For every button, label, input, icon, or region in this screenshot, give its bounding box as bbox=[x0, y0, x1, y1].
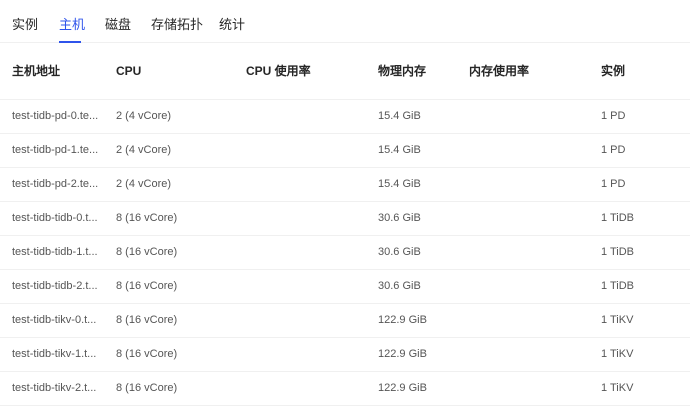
column-header-instances[interactable]: 实例 bbox=[601, 43, 681, 99]
cpu-cores: 8 (16 vCore) bbox=[116, 382, 178, 394]
table-row[interactable]: test-tidb-tikv-1.t... 8 (16 vCore) 122.9 G… bbox=[0, 338, 690, 372]
host-address[interactable]: test-tidb-tidb-1.t... bbox=[12, 236, 104, 269]
host-address[interactable]: test-tidb-tikv-1.t... bbox=[12, 338, 104, 371]
physical-memory: 30.6 GiB bbox=[378, 246, 421, 258]
hosts-table: 主机地址 CPU CPU 使用率 物理内存 内存使用率 实例 test-tidb… bbox=[0, 43, 690, 406]
tab-disks[interactable]: 磁盘 bbox=[105, 14, 131, 33]
physical-memory: 15.4 GiB bbox=[378, 110, 421, 122]
tab-storage-topology[interactable]: 存储拓扑 bbox=[151, 14, 203, 33]
table-row[interactable]: test-tidb-pd-0.te... 2 (4 vCore) 15.4 GiB 1… bbox=[0, 100, 690, 134]
table-row[interactable]: test-tidb-tidb-0.t... 8 (16 vCore) 30.6 Gi… bbox=[0, 202, 690, 236]
table-row[interactable]: test-tidb-tikv-0.t... 8 (16 vCore) 122.9 G… bbox=[0, 304, 690, 338]
table-body: test-tidb-pd-0.te... 2 (4 vCore) 15.4 GiB 1… bbox=[0, 100, 690, 406]
cpu-cores: 8 (16 vCore) bbox=[116, 212, 178, 224]
tab-bar: 实例 主机 磁盘 存储拓扑 统计 bbox=[0, 0, 690, 43]
instance-count[interactable]: 1 TiKV bbox=[601, 372, 681, 405]
column-header-host[interactable]: 主机地址 bbox=[12, 43, 104, 99]
tab-instances[interactable]: 实例 bbox=[12, 14, 38, 33]
table-row[interactable]: test-tidb-tidb-1.t... 8 (16 vCore) 30.6 Gi… bbox=[0, 236, 690, 270]
host-address[interactable]: test-tidb-pd-1.te... bbox=[12, 134, 104, 167]
physical-memory: 122.9 GiB bbox=[378, 314, 427, 326]
tab-hosts[interactable]: 主机 bbox=[59, 14, 85, 33]
cpu-cores: 8 (16 vCore) bbox=[116, 280, 178, 292]
host-address[interactable]: test-tidb-tikv-0.t... bbox=[12, 304, 104, 337]
instance-count[interactable]: 1 TiDB bbox=[601, 236, 681, 269]
instance-count[interactable]: 1 TiKV bbox=[601, 304, 681, 337]
physical-memory: 30.6 GiB bbox=[378, 212, 421, 224]
instance-count[interactable]: 1 TiDB bbox=[601, 270, 681, 303]
host-address[interactable]: test-tidb-tikv-2.t... bbox=[12, 372, 104, 405]
instance-count[interactable]: 1 PD bbox=[601, 134, 681, 167]
host-address[interactable]: test-tidb-pd-0.te... bbox=[12, 100, 104, 133]
physical-memory: 15.4 GiB bbox=[378, 144, 421, 156]
table-row[interactable]: test-tidb-pd-2.te... 2 (4 vCore) 15.4 GiB 1… bbox=[0, 168, 690, 202]
instance-count[interactable]: 1 TiKV bbox=[601, 338, 681, 371]
cpu-cores: 8 (16 vCore) bbox=[116, 348, 178, 360]
physical-memory: 15.4 GiB bbox=[378, 178, 421, 190]
physical-memory: 122.9 GiB bbox=[378, 348, 427, 360]
tab-statistics[interactable]: 统计 bbox=[219, 14, 245, 33]
physical-memory: 30.6 GiB bbox=[378, 280, 421, 292]
column-header-memory[interactable]: 物理内存 bbox=[378, 43, 458, 99]
table-row[interactable]: test-tidb-tidb-2.t... 8 (16 vCore) 30.6 Gi… bbox=[0, 270, 690, 304]
physical-memory: 122.9 GiB bbox=[378, 382, 427, 394]
instance-count[interactable]: 1 TiDB bbox=[601, 202, 681, 235]
cpu-cores: 2 (4 vCore) bbox=[116, 144, 172, 156]
host-address[interactable]: test-tidb-pd-2.te... bbox=[12, 168, 104, 201]
column-header-cpu[interactable]: CPU bbox=[116, 43, 236, 99]
column-header-cpu-usage[interactable]: CPU 使用率 bbox=[246, 43, 364, 99]
host-address[interactable]: test-tidb-tidb-2.t... bbox=[12, 270, 104, 303]
cpu-cores: 2 (4 vCore) bbox=[116, 110, 172, 122]
cpu-cores: 8 (16 vCore) bbox=[116, 246, 178, 258]
cpu-cores: 2 (4 vCore) bbox=[116, 178, 172, 190]
host-address[interactable]: test-tidb-tidb-0.t... bbox=[12, 202, 104, 235]
table-header: 主机地址 CPU CPU 使用率 物理内存 内存使用率 实例 bbox=[0, 43, 690, 100]
instance-count[interactable]: 1 PD bbox=[601, 100, 681, 133]
cpu-cores: 8 (16 vCore) bbox=[116, 314, 178, 326]
instance-count[interactable]: 1 PD bbox=[601, 168, 681, 201]
column-header-memory-usage[interactable]: 内存使用率 bbox=[469, 43, 587, 99]
table-row[interactable]: test-tidb-tikv-2.t... 8 (16 vCore) 122.9 G… bbox=[0, 372, 690, 406]
table-row[interactable]: test-tidb-pd-1.te... 2 (4 vCore) 15.4 GiB 1… bbox=[0, 134, 690, 168]
